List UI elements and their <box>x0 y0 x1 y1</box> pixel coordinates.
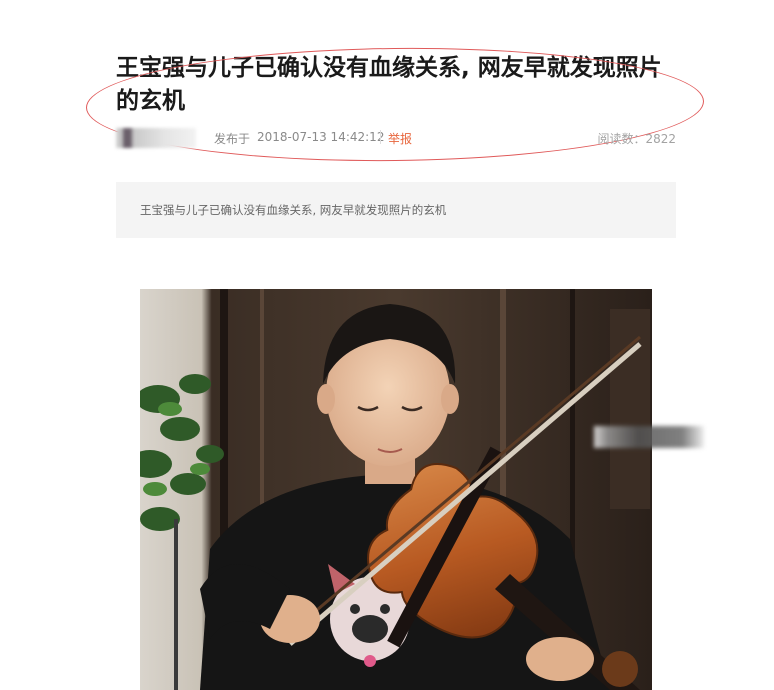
article-title: 王宝强与儿子已确认没有血缘关系, 网友早就发现照片的玄机 <box>116 55 662 114</box>
read-count: 阅读数：2822 <box>597 132 676 146</box>
article-summary: 王宝强与儿子已确认没有血缘关系, 网友早就发现照片的玄机 <box>116 182 676 238</box>
publish-label: 发布于 <box>214 132 251 146</box>
boy-playing-violin-photo <box>140 289 652 690</box>
meta-divider <box>380 130 381 144</box>
article-meta: 发布于 2018-07-13 14:42:12 举报 阅读数：2822 <box>116 126 676 148</box>
blurred-watermark <box>594 426 704 448</box>
publish-date: 2018-07-13 14:42:12 <box>257 130 385 144</box>
report-link[interactable]: 举报 <box>388 130 412 147</box>
article-photo <box>140 289 652 690</box>
author-avatar-blurred[interactable] <box>116 128 196 148</box>
